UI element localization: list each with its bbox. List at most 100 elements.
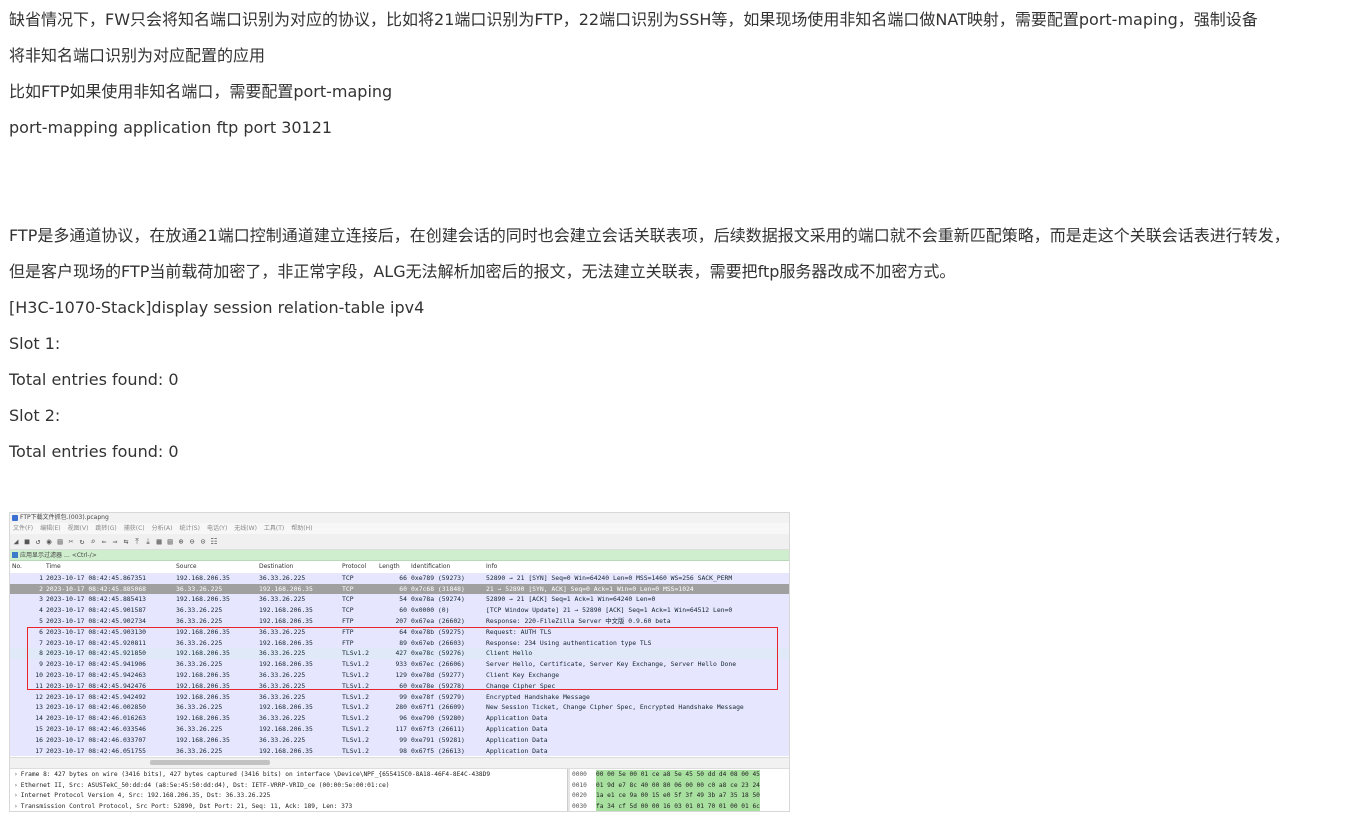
expand-arrow-icon[interactable]: › <box>14 782 18 789</box>
packet-length: 60 <box>399 606 407 615</box>
packet-detail-line[interactable]: › Internet Protocol Version 4, Src: 192.1… <box>14 791 270 802</box>
packet-no: 4 <box>39 606 43 615</box>
menu-item[interactable]: 工具(T) <box>264 525 284 532</box>
toolbar-icon[interactable]: ⊕ <box>176 534 186 549</box>
menu-item[interactable]: 捕获(C) <box>124 525 145 532</box>
packet-no: 14 <box>35 714 43 723</box>
packet-length: 54 <box>399 595 407 604</box>
toolbar-icon[interactable]: ⊖ <box>187 534 197 549</box>
toolbar-icon[interactable]: ⇐ <box>99 534 109 549</box>
hex-bytes[interactable]: 00 00 5e 00 01 ce a8 5e 45 50 dd d4 08 0… <box>596 770 760 781</box>
scrollbar-thumb[interactable] <box>150 760 270 765</box>
toolbar-icon[interactable]: ⊙ <box>198 534 208 549</box>
paragraph-ftp-multichannel: FTP是多通道协议，在放通21端口控制通道建立连接后，在创建会话的同时也会建立会… <box>9 226 1290 245</box>
bookmark-icon[interactable] <box>12 552 18 558</box>
toolbar-icon[interactable]: ◉ <box>44 534 54 549</box>
column-header-length[interactable]: Length <box>379 562 407 573</box>
column-header-time[interactable]: Time <box>46 562 61 573</box>
packet-info: Application Data <box>486 725 548 733</box>
menu-bar: 文件(F) 编辑(E) 视图(V) 跳转(G) 捕获(C) 分析(A) 统计(S) 电话(Y)… <box>10 523 789 534</box>
packet-protocol: TCP <box>342 584 354 593</box>
display-filter-bar[interactable]: 应用显示过滤器 … <Ctrl-/> <box>10 550 789 561</box>
packet-row[interactable]: 2 2023-10-17 08:42:45.885068 36.33.26.225 1… <box>10 583 789 595</box>
toolbar-icon[interactable]: ◢ <box>11 534 21 549</box>
packet-source: 36.33.26.225 <box>176 617 223 625</box>
expand-arrow-icon[interactable]: › <box>14 771 18 778</box>
column-header-protocol[interactable]: Protocol <box>342 562 366 573</box>
packet-detail-line[interactable]: › Ethernet II, Src: ASUSTekC_50:dd:d4 (a8… <box>14 781 390 792</box>
menu-item[interactable]: 文件(F) <box>13 525 33 532</box>
packet-detail-line[interactable]: › Frame 8: 427 bytes on wire (3416 bits),… <box>14 770 490 781</box>
packet-destination: 36.33.26.225 <box>259 573 306 582</box>
hex-bytes[interactable]: 1a e1 ce 9a 00 15 e0 5f 3f 49 3b a7 35 1… <box>596 791 760 802</box>
packet-identification: 0xe791 (59281) <box>411 735 465 744</box>
expand-arrow-icon[interactable]: › <box>14 803 18 810</box>
packet-no: 15 <box>35 725 43 733</box>
toolbar-icon[interactable]: ⇒ <box>110 534 120 549</box>
toolbar-icon[interactable]: ▤ <box>55 534 65 549</box>
toolbar-icon[interactable]: ↻ <box>77 534 87 549</box>
column-header-source[interactable]: Source <box>176 562 197 573</box>
toolbar-icon[interactable]: ⤓ <box>143 534 153 549</box>
packet-row[interactable]: 12 2023-10-17 08:42:45.942492 192.168.206.… <box>10 691 789 703</box>
column-header-no[interactable]: No. <box>12 562 45 573</box>
toolbar-icon[interactable]: ↺ <box>33 534 43 549</box>
column-header-destination[interactable]: Destination <box>259 562 293 573</box>
packet-row[interactable]: 15 2023-10-17 08:42:46.033546 36.33.26.225… <box>10 724 789 735</box>
packet-time: 2023-10-17 08:42:45.885413 <box>46 595 147 604</box>
menu-item[interactable]: 帮助(H) <box>291 525 312 532</box>
packet-source: 192.168.206.35 <box>176 692 230 701</box>
packet-protocol: TLSv1.2 <box>342 735 369 744</box>
hex-bytes[interactable]: fa 34 cf 5d 00 00 16 03 01 01 70 01 00 0… <box>596 801 760 811</box>
expand-arrow-icon[interactable]: › <box>14 792 18 799</box>
menu-item[interactable]: 统计(S) <box>179 525 200 532</box>
packet-time: 2023-10-17 08:42:46.033546 <box>46 725 147 733</box>
packet-destination: 192.168.206.35 <box>259 606 313 615</box>
paragraph-port-mapping-intro-cont: 将非知名端口识别为对应配置的应用 <box>9 46 266 65</box>
packet-info: Encrypted Handshake Message <box>486 692 590 701</box>
packet-length: 207 <box>395 617 407 625</box>
menu-item[interactable]: 跳转(G) <box>95 525 116 532</box>
packet-time: 2023-10-17 08:42:45.942492 <box>46 692 147 701</box>
packet-destination: 36.33.26.225 <box>259 714 306 723</box>
packet-detail-line[interactable]: › Transmission Control Protocol, Src Port… <box>14 802 352 812</box>
packet-detail-text: Frame 8: 427 bytes on wire (3416 bits), … <box>20 771 491 778</box>
toolbar-icon[interactable]: ✂ <box>66 534 76 549</box>
toolbar-icon[interactable]: ▦ <box>154 534 164 549</box>
toolbar-icon[interactable]: ▤ <box>165 534 175 549</box>
toolbar-icon[interactable]: ⤒ <box>132 534 142 549</box>
packet-identification: 0x7c68 (31848) <box>411 584 465 593</box>
column-header-info[interactable]: Info <box>486 562 497 573</box>
toolbar-icon[interactable]: ☷ <box>209 534 219 549</box>
menu-item[interactable]: 分析(A) <box>152 525 173 532</box>
toolbar-icon[interactable]: ⌕ <box>88 534 98 549</box>
packet-no: 16 <box>35 735 43 744</box>
toolbar-icon[interactable]: ■ <box>22 534 32 549</box>
packet-protocol: TCP <box>342 573 354 582</box>
menu-item[interactable]: 电话(Y) <box>207 525 227 532</box>
packet-time: 2023-10-17 08:42:45.902734 <box>46 617 147 625</box>
packet-destination: 192.168.206.35 <box>259 703 313 712</box>
packet-info: Application Data <box>486 746 548 755</box>
packet-row[interactable]: 5 2023-10-17 08:42:45.902734 36.33.26.225 1… <box>10 616 789 627</box>
paragraph-display-command: [H3C-1070-Stack]display session relation… <box>9 298 425 317</box>
packet-row[interactable]: 4 2023-10-17 08:42:45.901587 36.33.26.225 1… <box>10 605 789 616</box>
packet-row[interactable]: 1 2023-10-17 08:42:45.867351 192.168.206.3… <box>10 572 789 584</box>
hex-offset: 0020 <box>572 792 587 799</box>
packet-source: 192.168.206.35 <box>176 573 230 582</box>
packet-row[interactable]: 17 2023-10-17 08:42:46.051755 36.33.26.225… <box>10 745 789 757</box>
packet-source: 192.168.206.35 <box>176 735 230 744</box>
packet-row[interactable]: 16 2023-10-17 08:42:46.033707 192.168.206.… <box>10 734 789 746</box>
packet-row[interactable]: 14 2023-10-17 08:42:46.016263 192.168.206.… <box>10 713 789 724</box>
horizontal-scrollbar[interactable] <box>10 757 789 769</box>
hex-bytes[interactable]: 01 9d e7 8c 40 00 80 06 00 00 c0 a8 ce 2… <box>596 780 760 791</box>
packet-identification: 0x0000 (0) <box>411 606 450 615</box>
packet-row[interactable]: 13 2023-10-17 08:42:46.002850 36.33.26.225… <box>10 702 789 714</box>
toolbar-icon[interactable]: ⇆ <box>121 534 131 549</box>
menu-item[interactable]: 编辑(E) <box>40 525 60 532</box>
packet-row[interactable]: 3 2023-10-17 08:42:45.885413 192.168.206.3… <box>10 594 789 606</box>
menu-item[interactable]: 视图(V) <box>68 525 89 532</box>
menu-item[interactable]: 无线(W) <box>234 525 257 532</box>
column-header-identification[interactable]: Identification <box>411 562 450 573</box>
paragraph-ftp-example: 比如FTP如果使用非知名端口，需要配置port-maping <box>9 82 393 101</box>
